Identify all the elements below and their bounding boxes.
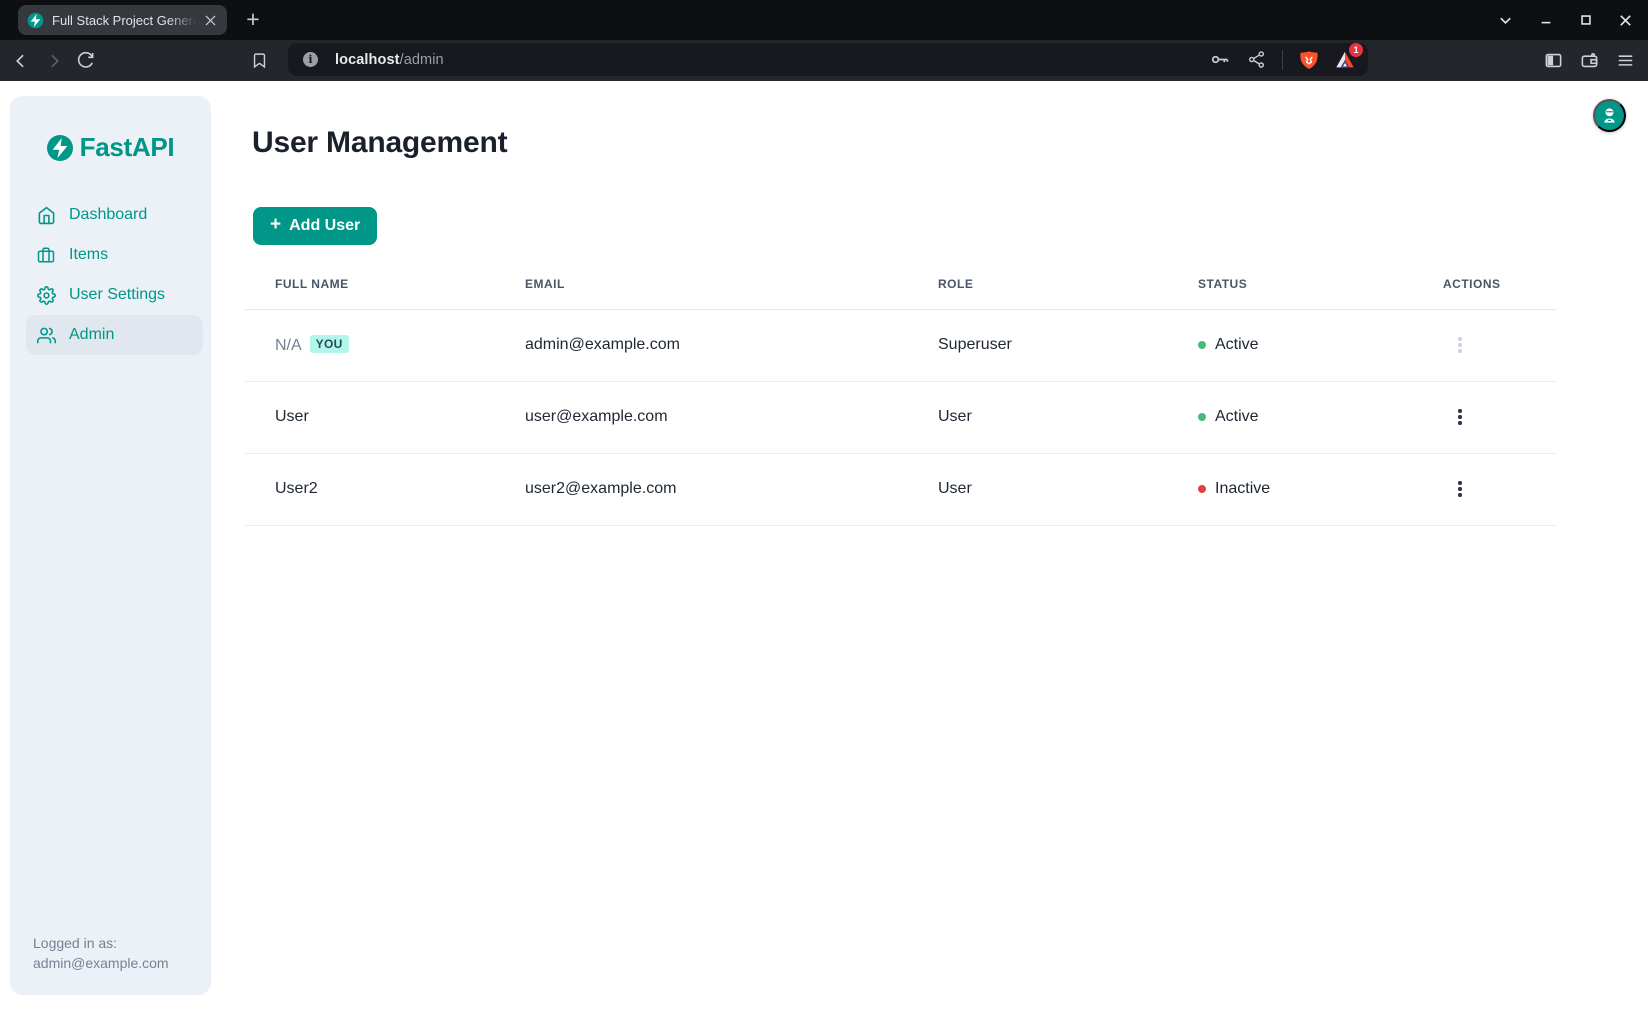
share-icon[interactable]	[1245, 48, 1268, 71]
back-icon[interactable]	[8, 48, 33, 73]
row-actions-menu-button	[1447, 331, 1473, 359]
wallet-icon[interactable]	[1577, 48, 1602, 73]
site-info-icon[interactable]: i	[303, 52, 318, 67]
row-actions-menu-button[interactable]	[1447, 403, 1473, 431]
fastapi-favicon-icon	[27, 12, 44, 29]
column-header-full-name: FULL NAME	[245, 259, 525, 309]
table-row: N/A YOU admin@example.com Superuser Activ…	[245, 309, 1557, 381]
cell-status: Active	[1215, 336, 1259, 354]
new-tab-button[interactable]: +	[240, 7, 266, 33]
row-actions-menu-button[interactable]	[1447, 475, 1473, 503]
sidebar-item-label: Items	[69, 246, 108, 264]
add-user-label: Add User	[289, 217, 360, 235]
logged-in-label: Logged in as:	[33, 933, 169, 953]
sidebar-item-label: User Settings	[69, 286, 165, 304]
table-row: User user@example.com User Active	[245, 381, 1557, 453]
sidebar-item-admin[interactable]: Admin	[26, 315, 203, 355]
table-header-row: FULL NAME EMAIL ROLE STATUS ACTIONS	[245, 259, 1557, 309]
cell-role: User	[938, 453, 1198, 525]
plus-icon: +	[270, 214, 281, 236]
tab-search-chevron-icon[interactable]	[1493, 8, 1518, 33]
logged-in-email: admin@example.com	[33, 953, 169, 973]
sidebar-item-label: Dashboard	[69, 206, 147, 224]
cell-full-name: User	[245, 381, 525, 453]
sidebar-toggle-icon[interactable]	[1541, 48, 1566, 73]
users-table: FULL NAME EMAIL ROLE STATUS ACTIONS N/A Y…	[245, 259, 1557, 526]
column-header-status: STATUS	[1198, 259, 1443, 309]
column-header-actions: ACTIONS	[1443, 259, 1557, 309]
user-menu-button[interactable]	[1593, 99, 1626, 132]
close-window-button[interactable]	[1613, 8, 1638, 33]
gear-icon	[36, 285, 56, 305]
password-key-icon[interactable]	[1208, 48, 1231, 71]
tab-title: Full Stack Project Genera	[52, 13, 200, 28]
reload-icon[interactable]	[73, 48, 98, 73]
minimize-button[interactable]	[1533, 8, 1558, 33]
cell-role: Superuser	[938, 309, 1198, 381]
url-path: /admin	[400, 52, 444, 68]
status-dot-active	[1198, 341, 1206, 349]
status-dot-inactive	[1198, 485, 1206, 493]
fastapi-logo: FastAPI	[10, 132, 211, 163]
browser-titlebar: Full Stack Project Genera +	[0, 0, 1648, 40]
sidebar-item-label: Admin	[69, 326, 114, 344]
cell-status: Active	[1215, 408, 1259, 426]
toolbar-divider	[1282, 50, 1283, 70]
sidebar-item-dashboard[interactable]: Dashboard	[26, 195, 203, 235]
page-title: User Management	[252, 126, 507, 160]
cell-full-name: User2	[245, 453, 525, 525]
column-header-email: EMAIL	[525, 259, 938, 309]
page-content: FastAPI Dashboard Items	[0, 81, 1648, 1025]
brave-rewards-icon[interactable]: 1	[1334, 49, 1356, 71]
logged-in-footer: Logged in as: admin@example.com	[33, 933, 169, 973]
cell-full-name: N/A	[275, 337, 302, 354]
cell-role: User	[938, 381, 1198, 453]
logo-text: FastAPI	[80, 132, 175, 163]
fastapi-logo-icon	[47, 135, 73, 161]
browser-toolbar: i localhost/admin	[0, 40, 1648, 81]
add-user-button[interactable]: + Add User	[253, 207, 377, 245]
cell-email: admin@example.com	[525, 309, 938, 381]
astronaut-icon	[1600, 106, 1619, 125]
brave-shield-icon[interactable]	[1297, 48, 1320, 71]
cell-status: Inactive	[1215, 480, 1270, 498]
cell-email: user2@example.com	[525, 453, 938, 525]
home-icon	[36, 205, 56, 225]
sidebar-item-user-settings[interactable]: User Settings	[26, 275, 203, 315]
cell-email: user@example.com	[525, 381, 938, 453]
rewards-badge: 1	[1349, 43, 1363, 57]
window-controls	[1493, 0, 1648, 40]
forward-icon[interactable]	[41, 48, 66, 73]
tab-close-icon[interactable]	[202, 12, 218, 28]
browser-tab[interactable]: Full Stack Project Genera	[18, 5, 227, 35]
you-badge: YOU	[310, 335, 349, 353]
sidebar-item-items[interactable]: Items	[26, 235, 203, 275]
table-row: User2 user2@example.com User Inactive	[245, 453, 1557, 525]
sidebar: FastAPI Dashboard Items	[10, 96, 211, 995]
sidebar-nav: Dashboard Items User Settings	[10, 195, 211, 355]
bookmark-icon[interactable]	[247, 48, 272, 73]
address-bar[interactable]: i localhost/admin	[288, 43, 1368, 76]
maximize-button[interactable]	[1573, 8, 1598, 33]
menu-hamburger-icon[interactable]	[1613, 48, 1638, 73]
briefcase-icon	[36, 245, 56, 265]
status-dot-active	[1198, 413, 1206, 421]
url-host: localhost	[335, 52, 400, 68]
column-header-role: ROLE	[938, 259, 1198, 309]
url-text[interactable]: localhost/admin	[335, 52, 444, 68]
users-icon	[36, 325, 56, 345]
